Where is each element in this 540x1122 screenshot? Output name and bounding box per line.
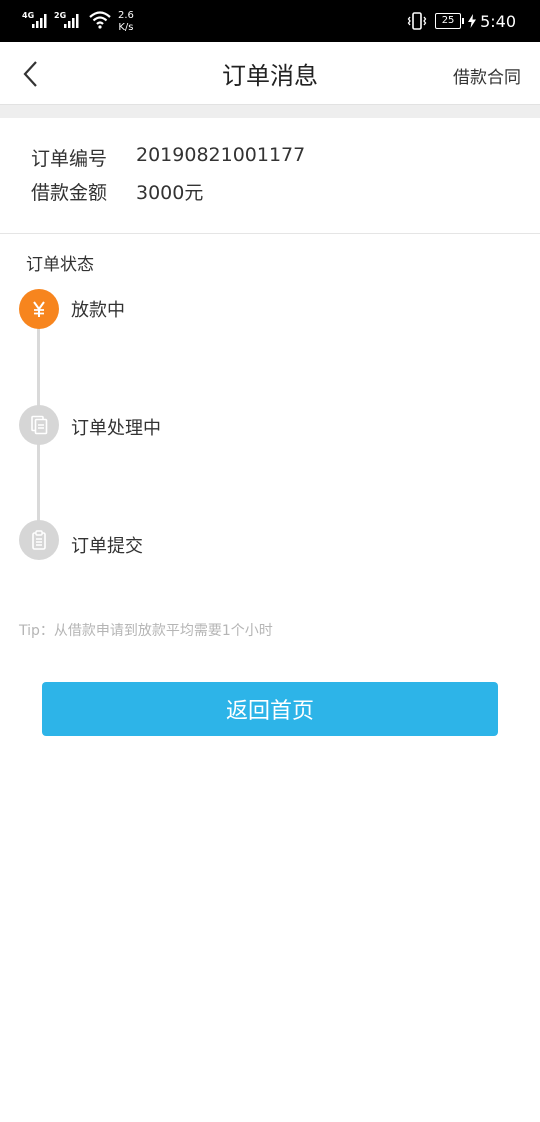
- step-indicator-processing: [19, 405, 59, 445]
- loan-amount-row: 借款金额 3000元: [31, 178, 203, 205]
- step-indicator-disbursing: [19, 289, 59, 329]
- tip-text: Tip：从借款申请到放款平均需要1个小时: [19, 623, 273, 639]
- signal-bars-icon: [32, 14, 47, 28]
- status-bar: 4G 2G 2.6 K/s 25 5:40: [0, 0, 540, 42]
- vibrate-icon: [407, 12, 427, 30]
- step-label: 订单提交: [71, 536, 143, 557]
- battery-indicator: 25: [435, 13, 465, 29]
- signal-2g: 2G: [54, 8, 82, 32]
- status-bar-left: 4G 2G 2.6 K/s: [22, 8, 134, 34]
- documents-icon: [31, 415, 48, 435]
- network-speed: 2.6 K/s: [118, 10, 134, 34]
- step-indicator-submitted: [19, 520, 59, 560]
- loan-amount-value: 3000元: [136, 182, 204, 204]
- clipboard-icon: [32, 530, 46, 550]
- step-label: 放款中: [71, 300, 125, 321]
- nav-bar: 订单消息 借款合同: [0, 42, 540, 104]
- order-number-label: 订单编号: [31, 148, 108, 170]
- loan-contract-link[interactable]: 借款合同: [453, 63, 521, 88]
- loan-amount-label: 借款金额: [31, 182, 108, 204]
- step-label: 订单处理中: [71, 418, 161, 439]
- signal-bars-icon: [64, 14, 79, 28]
- charging-icon: [468, 14, 477, 28]
- order-status-title: 订单状态: [26, 255, 94, 275]
- clock: 5:40: [480, 11, 516, 31]
- order-info-card: 订单编号 20190821001177 借款金额 3000元: [0, 118, 540, 234]
- order-number-value: 20190821001177: [136, 144, 306, 166]
- wifi-icon: [89, 11, 111, 29]
- signal-4g: 4G: [22, 8, 50, 32]
- status-bar-right: 25 5:40: [407, 10, 516, 32]
- yuan-icon: [33, 301, 45, 317]
- section-divider: [0, 104, 540, 119]
- speed-unit: K/s: [118, 22, 134, 33]
- return-home-button[interactable]: 返回首页: [42, 682, 498, 736]
- order-number-row: 订单编号 20190821001177: [31, 144, 305, 171]
- speed-value: 2.6: [118, 10, 134, 21]
